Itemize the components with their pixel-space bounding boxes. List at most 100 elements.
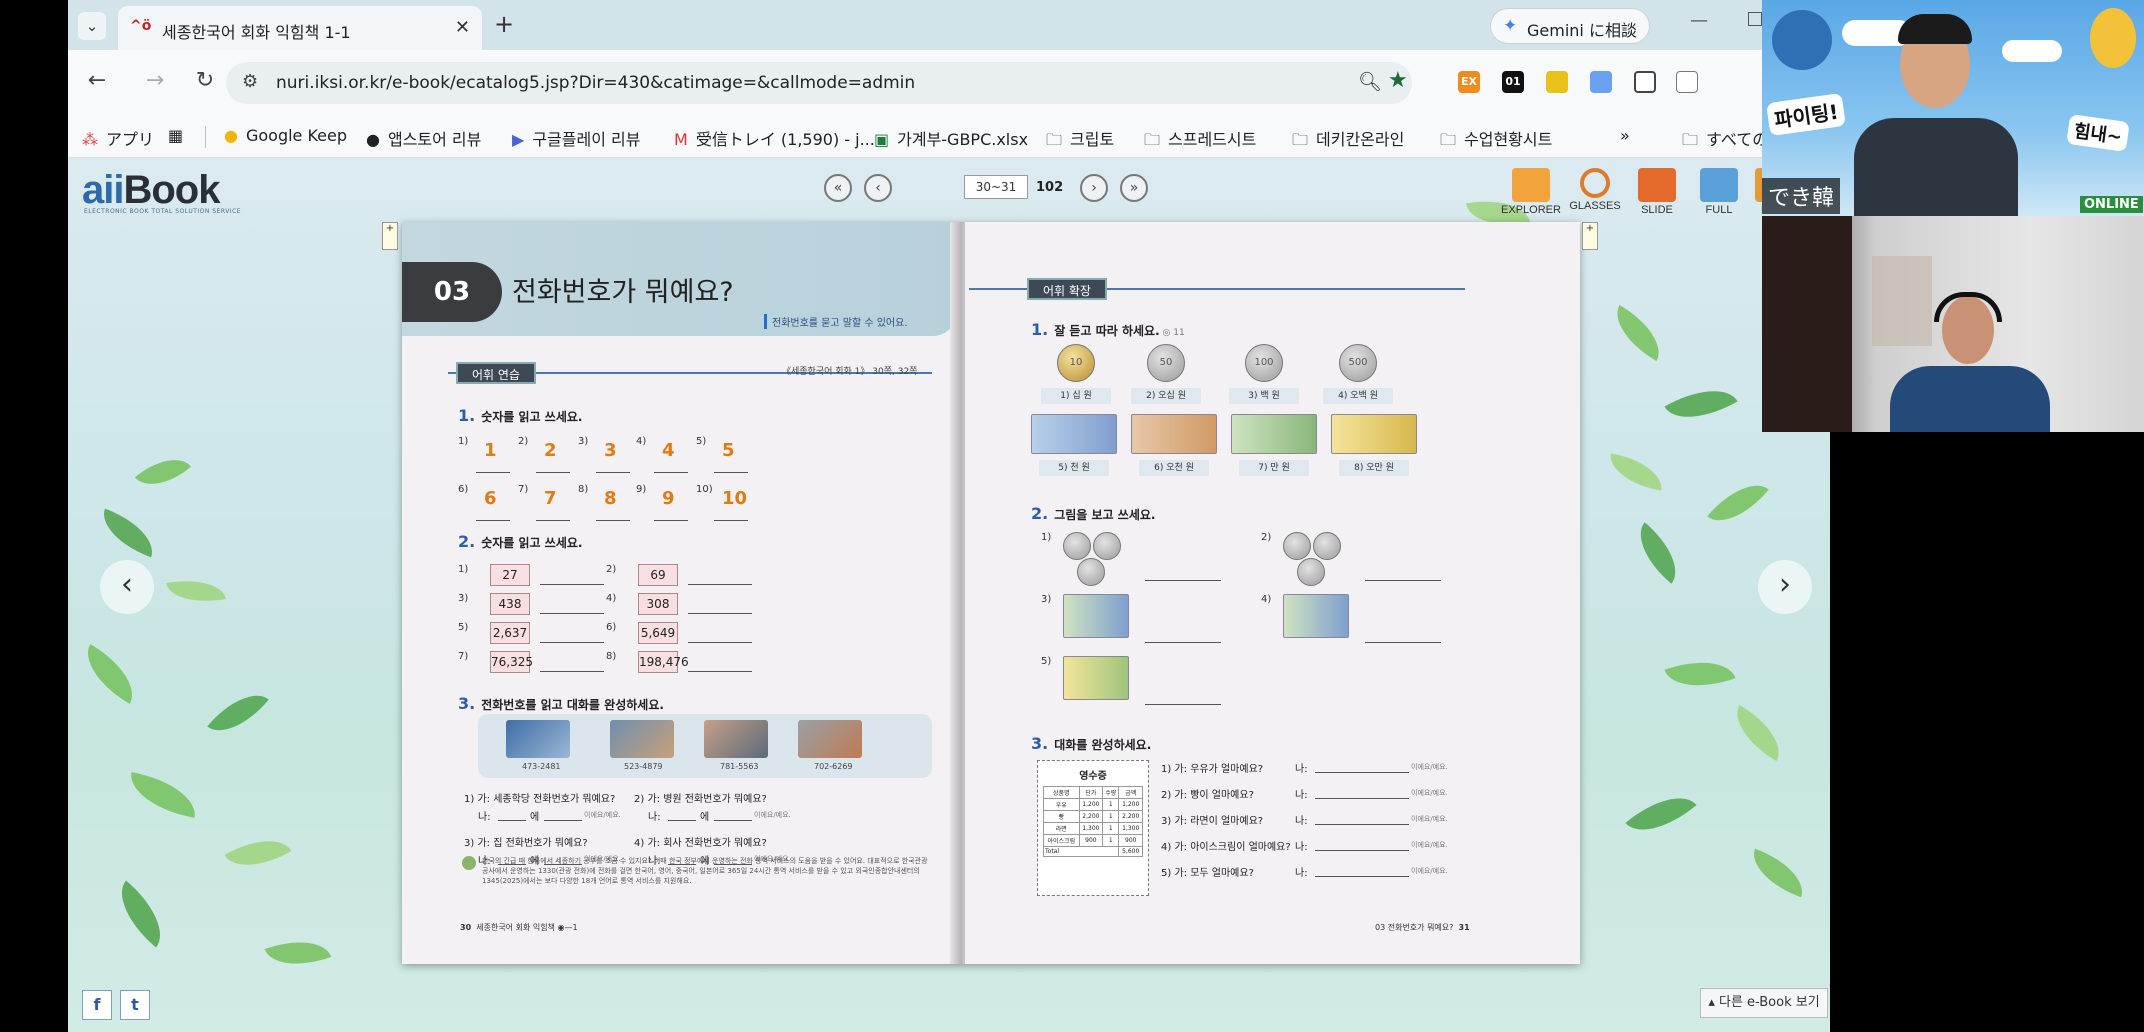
- other-ebook-button[interactable]: ▴ 다른 e-Book 보기: [1700, 988, 1828, 1018]
- right-page[interactable]: 어휘 확장 1. 잘 듣고 따라 하세요. ◎ 11 10 1) 십 원 50 2) 오…: [965, 222, 1580, 964]
- page-footer: 03 전화번호가 뭐예요? 31: [1375, 923, 1470, 932]
- dialog-answer-suffix: 이에요/예요.: [1411, 763, 1448, 771]
- prev-spread-arrow-icon[interactable]: ‹: [100, 560, 154, 614]
- address-bar[interactable]: ⚙ nuri.iksi.or.kr/e-book/ecatalog5.jsp?D…: [226, 62, 1412, 104]
- answer-blank[interactable]: [476, 472, 510, 473]
- answer-blank[interactable]: [544, 820, 582, 821]
- minimize-button[interactable]: —: [1690, 10, 1708, 31]
- answer-blank[interactable]: [688, 584, 752, 585]
- extension-01-icon[interactable]: 01: [1502, 71, 1524, 93]
- answer-blank[interactable]: [1315, 798, 1409, 799]
- answer-blank[interactable]: [1315, 772, 1409, 773]
- answer-blank[interactable]: [714, 472, 748, 473]
- extensions-puzzle-icon[interactable]: [1634, 71, 1656, 93]
- answer-blank[interactable]: [1145, 642, 1221, 643]
- answer-blank[interactable]: [540, 613, 604, 614]
- bookmark-folder-crypto[interactable]: 🗀 크립토: [1046, 126, 1114, 156]
- forward-arrow-icon[interactable]: →: [140, 68, 170, 93]
- bookmark-sheet[interactable]: ▣ 가계부-GBPC.xlsx: [874, 126, 1028, 150]
- first-page-icon[interactable]: «: [824, 174, 852, 202]
- answer-blank[interactable]: [714, 820, 752, 821]
- extension-ex-icon[interactable]: EX: [1458, 71, 1480, 93]
- number-digit: 9: [662, 488, 675, 509]
- maximize-button[interactable]: [1748, 12, 1762, 26]
- answer-blank[interactable]: [1315, 876, 1409, 877]
- reload-icon[interactable]: ↻: [190, 68, 220, 93]
- answer-blank[interactable]: [688, 642, 752, 643]
- item-index: 4): [636, 436, 647, 447]
- page-number-input[interactable]: 30~31: [964, 175, 1028, 199]
- question-1: 1. 잘 듣고 따라 하세요. ◎ 11: [1031, 320, 1185, 339]
- left-page[interactable]: 03 전화번호가 뭐예요? 전화번호를 묻고 말할 수 있어요. 어휘 연습 《…: [402, 222, 957, 964]
- back-arrow-icon[interactable]: ←: [82, 68, 112, 93]
- gemini-button[interactable]: ✦ Gemini に相談: [1490, 8, 1650, 44]
- bookmark-star-icon[interactable]: ★: [1388, 68, 1408, 93]
- bookmark-gmail[interactable]: M 受信トレイ (1,590) - j...: [674, 126, 875, 150]
- extension-bulb-icon[interactable]: [1546, 71, 1568, 93]
- last-page-icon[interactable]: »: [1120, 174, 1148, 202]
- answer-blank[interactable]: [540, 642, 604, 643]
- answer-blank[interactable]: [476, 520, 510, 521]
- left-bookmark-tab[interactable]: +: [382, 222, 398, 250]
- answer-blank[interactable]: [688, 613, 752, 614]
- tab-search-button[interactable]: ⌄: [78, 12, 106, 40]
- full-button[interactable]: FULL: [1688, 168, 1750, 216]
- zoom-icon[interactable]: 🔍︎: [1358, 70, 1382, 93]
- answer-blank[interactable]: [1365, 580, 1441, 581]
- url-text[interactable]: nuri.iksi.or.kr/e-book/ecatalog5.jsp?Dir…: [276, 73, 915, 93]
- leaf-decoration: [94, 508, 162, 558]
- new-tab-button[interactable]: +: [494, 10, 514, 38]
- bookmarks-overflow-button[interactable]: »: [1620, 126, 1630, 145]
- answer-blank[interactable]: [596, 472, 630, 473]
- right-bookmark-tab[interactable]: +: [1582, 222, 1598, 250]
- site-info-icon[interactable]: ⚙: [242, 71, 258, 92]
- answer-blank[interactable]: [688, 671, 752, 672]
- bookmark-folder-all[interactable]: 🗀 すべての: [1682, 126, 1768, 156]
- answer-blank[interactable]: [540, 671, 604, 672]
- slide-button[interactable]: SLIDE: [1626, 168, 1688, 216]
- glasses-button[interactable]: GLASSES: [1564, 168, 1626, 212]
- facebook-share-icon[interactable]: f: [82, 990, 112, 1020]
- tab-close-icon[interactable]: ✕: [455, 17, 470, 38]
- answer-blank[interactable]: [1145, 704, 1221, 705]
- prev-page-icon[interactable]: ‹: [864, 174, 892, 202]
- bookmark-appstore-review[interactable]: ● 앱스토어 리뷰: [366, 126, 481, 150]
- bookmark-google-keep[interactable]: ● Google Keep: [224, 126, 347, 145]
- leaf-decoration: [1604, 305, 1672, 361]
- answer-blank[interactable]: [654, 520, 688, 521]
- answer-blank[interactable]: [654, 472, 688, 473]
- bookmark-folder-spreadsheet[interactable]: 🗀 스프레드시트: [1144, 126, 1256, 156]
- answer-blank[interactable]: [668, 820, 696, 821]
- bill-label: 5) 천 원: [1039, 460, 1109, 476]
- bookmark-googleplay-review[interactable]: ▶ 구글플레이 리뷰: [512, 126, 640, 150]
- section-tab: 어휘 확장: [1027, 278, 1107, 300]
- aiibook-logo[interactable]: aiiBook: [82, 168, 220, 213]
- receipt-cell: 1: [1102, 810, 1120, 823]
- answer-blank[interactable]: [596, 520, 630, 521]
- bookmark-folder-class-status[interactable]: 🗀 수업현황시트: [1440, 126, 1552, 156]
- twitter-share-icon[interactable]: t: [120, 990, 150, 1020]
- explorer-button[interactable]: EXPLORER: [1500, 168, 1562, 216]
- answer-blank[interactable]: [1315, 850, 1409, 851]
- answer-blank[interactable]: [714, 520, 748, 521]
- answer-blank[interactable]: [498, 820, 526, 821]
- leaf-decoration: [105, 880, 177, 948]
- active-tab[interactable]: ^ö 세종한국어 회화 익힘책 1-1 ✕: [118, 6, 482, 50]
- bookmark-folder-dekikan[interactable]: 🗀 데키칸온라인: [1292, 126, 1404, 156]
- answer-blank[interactable]: [1145, 580, 1221, 581]
- extension-tag-icon[interactable]: [1590, 71, 1612, 93]
- answer-blank[interactable]: [1365, 642, 1441, 643]
- next-spread-arrow-icon[interactable]: ›: [1758, 560, 1812, 614]
- next-page-icon[interactable]: ›: [1080, 174, 1108, 202]
- coin-image: [1313, 532, 1341, 560]
- answer-blank[interactable]: [1315, 824, 1409, 825]
- answer-blank[interactable]: [540, 584, 604, 585]
- reading-list-icon[interactable]: [1676, 71, 1698, 93]
- tab-groups-icon[interactable]: ▦: [168, 126, 183, 145]
- item-index: 6): [458, 484, 469, 495]
- answer-blank[interactable]: [536, 520, 570, 521]
- answer-blank[interactable]: [536, 472, 570, 473]
- bookmark-apps[interactable]: ⁂ アプリ: [82, 126, 154, 150]
- item-index: 5): [458, 622, 469, 633]
- item-index: 7): [518, 484, 529, 495]
